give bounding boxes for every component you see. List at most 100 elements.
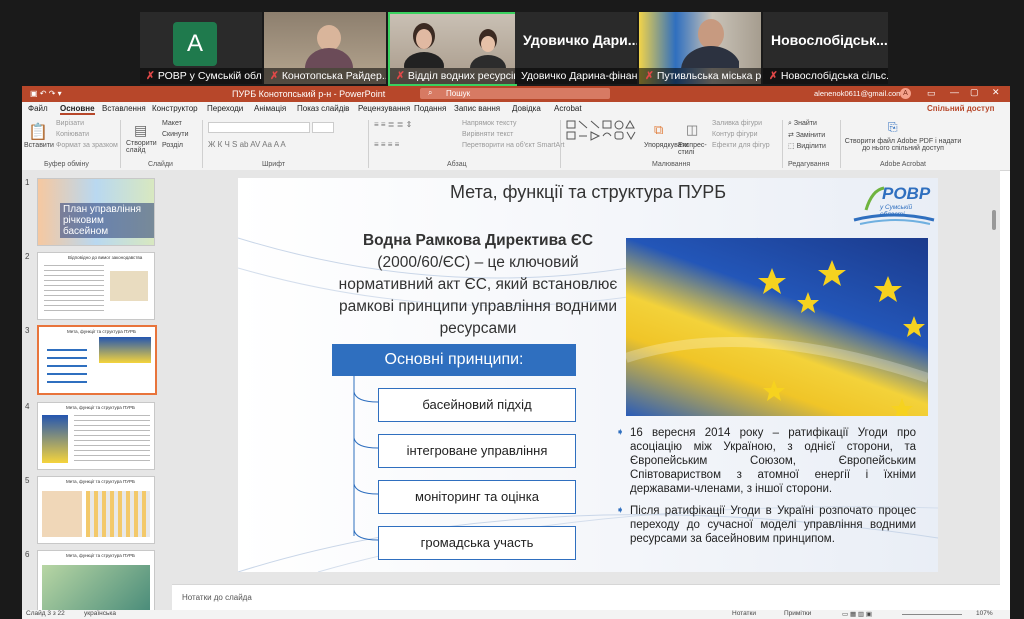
participant-tile-1[interactable]: A ✗РОВР у Сумській обла...: [140, 12, 262, 84]
copy-button[interactable]: Копіювати: [56, 131, 89, 138]
participant-name: РОВР у Сумській обла...: [157, 70, 262, 82]
tab-design[interactable]: Конструктор: [152, 104, 198, 113]
principle-monitoring: моніторинг та оцінка: [378, 480, 576, 514]
slide-thumbnail-3-selected[interactable]: Мета, функції та структура ПУРБ: [37, 325, 157, 395]
create-pdf-button[interactable]: Створити файл Adobe PDF і надати до ньог…: [844, 138, 962, 152]
format-painter-button[interactable]: Формат за зразком: [56, 142, 118, 149]
find-button[interactable]: ⌕ Знайти: [788, 120, 817, 128]
text-direction-button[interactable]: Напрямок тексту: [462, 120, 517, 127]
shape-effects-button[interactable]: Ефекти для фігур: [712, 142, 770, 149]
notes-placeholder: Нотатки до слайда: [182, 593, 252, 602]
tab-transitions[interactable]: Переходи: [207, 104, 243, 113]
maximize-icon[interactable]: ▢: [970, 87, 979, 98]
minimize-icon[interactable]: —: [950, 87, 959, 97]
font-size-select[interactable]: [312, 122, 334, 133]
select-button[interactable]: ⬚ Виділити: [788, 142, 826, 150]
principle-public-participation: громадська участь: [378, 526, 576, 560]
tab-review[interactable]: Рецензування: [358, 104, 410, 113]
wfd-text: (2000/60/ЄС) – це ключовий нормативний а…: [338, 254, 618, 337]
thumbnail-title: Мета, функції та структура ПУРБ: [67, 329, 137, 334]
search-box[interactable]: ⌕ Пошук: [420, 88, 610, 99]
reset-button[interactable]: Скинути: [162, 131, 189, 138]
thumbnail-number: 5: [25, 476, 30, 485]
tab-animations[interactable]: Анімація: [254, 104, 286, 113]
participant-tile-5[interactable]: ✗ Путивльська міська р...: [639, 12, 761, 84]
drawing-group-label: Малювання: [652, 161, 691, 168]
new-slide-button[interactable]: Створити слайд: [126, 140, 157, 154]
replace-button[interactable]: ⇄ Замінити: [788, 131, 825, 139]
search-placeholder: Пошук: [446, 89, 471, 98]
ribbon-display-icon[interactable]: ▭: [927, 88, 936, 99]
slide-thumbnail-1[interactable]: План управління річковим басейном: [37, 178, 155, 246]
paste-button[interactable]: Вставити: [24, 142, 54, 149]
slide-thumbnail-2[interactable]: Відповідно до вимог законодавства: [37, 252, 155, 320]
save-icon[interactable]: ▣ ↶ ↷ ▾: [30, 89, 62, 98]
align-icons[interactable]: ≡ ≡ ≡ ≡: [374, 140, 399, 149]
participant-name: Новослобідська сільс...: [780, 70, 888, 82]
shape-fill-button[interactable]: Заливка фігури: [712, 120, 762, 127]
rovr-logo: РОВР у Сумській області: [852, 180, 936, 228]
status-bar: Слайд 3 з 22 українська Нотатки Примітки…: [22, 610, 1010, 619]
shape-outline-button[interactable]: Контур фігури: [712, 131, 757, 138]
quick-styles-icon[interactable]: ◫: [686, 122, 698, 138]
font-format-icons[interactable]: Ж К Ч S ab AV Aa A A: [208, 140, 286, 149]
list-icons[interactable]: ≡ ≡ ≣ ≣ ⇕: [374, 120, 412, 129]
section-button[interactable]: Розділ: [162, 142, 183, 149]
paragraph-group-label: Абзац: [447, 161, 467, 168]
slide-thumbnail-pane: 1 План управління річковим басейном 2 Ві…: [22, 170, 172, 618]
participant-name: Відділ водних ресурсів Р...: [407, 70, 515, 82]
tab-home[interactable]: Основне: [60, 104, 95, 115]
close-icon[interactable]: ✕: [992, 87, 1000, 98]
thumbnail-title: Мета, функції та структура ПУРБ: [66, 553, 136, 558]
participant-video: [305, 25, 353, 68]
tab-acrobat[interactable]: Acrobat: [554, 104, 582, 113]
mic-muted-icon: ✗: [769, 70, 778, 82]
adobe-pdf-icon[interactable]: ⎘: [888, 120, 898, 135]
new-slide-icon[interactable]: ▤: [134, 122, 147, 139]
layout-button[interactable]: Макет: [162, 120, 182, 127]
bullet-arrow-icon: ➧: [616, 505, 625, 516]
shapes-gallery[interactable]: [566, 120, 642, 150]
account-avatar[interactable]: A: [900, 88, 911, 99]
tab-insert[interactable]: Вставлення: [102, 104, 146, 113]
tab-help[interactable]: Довідка: [512, 104, 541, 113]
view-buttons[interactable]: ▭ ▦ ▥ ▣: [842, 610, 872, 618]
zoom-participant-strip: A ✗РОВР у Сумській обла... ✗Конотопська …: [0, 0, 1024, 86]
tab-record[interactable]: Запис вання: [454, 104, 500, 113]
powerpoint-window: ▣ ↶ ↷ ▾ ПУРБ Конотопський р-н - PowerPoi…: [22, 86, 1010, 619]
quick-styles-button[interactable]: Експрес-стилі: [678, 142, 708, 156]
participant-tile-6[interactable]: Новослобідськ... ✗ Новослобідська сільс..…: [763, 12, 888, 84]
notes-toggle-button[interactable]: Нотатки: [732, 610, 756, 617]
cut-button[interactable]: Вирізати: [56, 120, 84, 127]
zoom-slider[interactable]: [902, 614, 962, 615]
font-name-select[interactable]: [208, 122, 310, 133]
principle-basin-approach: басейновий підхід: [378, 388, 576, 422]
participant-video: [404, 23, 506, 68]
current-slide[interactable]: Мета, функції та структура ПУРБ РОВР у С…: [238, 178, 938, 572]
participant-tile-3-active[interactable]: ✗Відділ водних ресурсів Р...: [388, 12, 517, 86]
share-button[interactable]: Спільний доступ: [927, 104, 994, 113]
tab-view[interactable]: Подання: [414, 104, 446, 113]
logo-main-text: РОВР: [882, 184, 931, 203]
tab-slideshow[interactable]: Показ слайдів: [297, 104, 349, 113]
thumbnail-number: 2: [25, 252, 30, 261]
language-indicator[interactable]: українська: [84, 610, 116, 617]
participant-tile-4[interactable]: Удовичко Дари... Удовичко Дарина-фінанс.…: [515, 12, 637, 84]
logo-sub-text: у Сумській області: [880, 204, 913, 218]
slide-thumbnail-5[interactable]: Мета, функції та структура ПУРБ: [37, 476, 155, 544]
slide-thumbnail-4[interactable]: Мета, функції та структура ПУРБ: [37, 402, 155, 470]
arrange-icon[interactable]: ⧉: [654, 122, 663, 138]
slide-thumbnail-6[interactable]: Мета, функції та структура ПУРБ: [37, 550, 155, 618]
account-email[interactable]: alenenok0611@gmail.com: [814, 89, 902, 98]
zoom-level[interactable]: 107%: [976, 610, 993, 617]
ribbon: 📋 Вставити Вирізати Копіювати Формат за …: [22, 116, 1010, 171]
mic-muted-icon: ✗: [396, 70, 405, 82]
tab-file[interactable]: Файл: [28, 104, 48, 113]
comments-toggle-button[interactable]: Примітки: [784, 610, 811, 617]
align-text-button[interactable]: Вирівняти текст: [462, 131, 513, 138]
smartart-button[interactable]: Перетворити на об'єкт SmartArt: [462, 142, 565, 149]
participant-tile-2[interactable]: ✗ Конотопська Райдер...: [264, 12, 386, 84]
vertical-scrollbar[interactable]: [992, 210, 996, 230]
notes-pane[interactable]: Нотатки до слайда: [172, 584, 1000, 611]
paste-icon[interactable]: 📋: [28, 122, 48, 142]
